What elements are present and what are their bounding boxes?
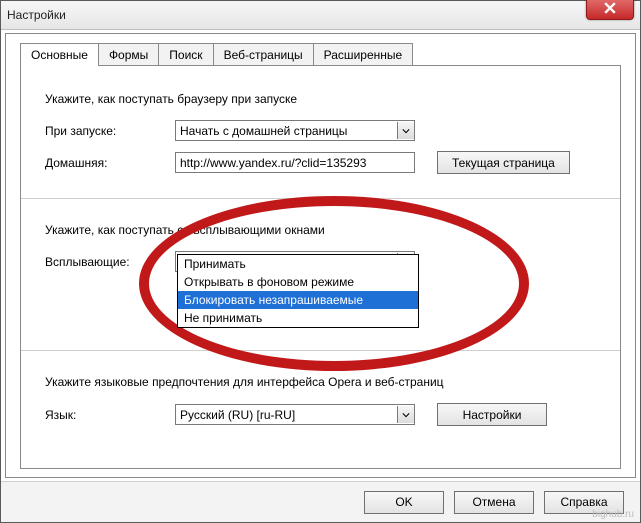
- close-icon: [604, 2, 616, 14]
- startup-heading: Укажите, как поступать браузеру при запу…: [45, 92, 596, 106]
- lang-heading: Укажите языковые предпочтения для интерф…: [45, 375, 596, 389]
- popups-option-block[interactable]: Блокировать незапрашиваемые: [178, 291, 418, 309]
- cancel-button[interactable]: Отмена: [454, 491, 534, 514]
- divider: [21, 350, 620, 351]
- popups-option-accept[interactable]: Принимать: [178, 255, 418, 273]
- homepage-label: Домашняя:: [45, 156, 175, 170]
- dialog-footer: OK Отмена Справка: [1, 481, 640, 522]
- current-page-button[interactable]: Текущая страница: [437, 151, 570, 174]
- startup-row: При запуске: Начать с домашней страницы: [45, 120, 596, 141]
- popups-heading: Укажите, как поступать со всплывающими о…: [45, 223, 596, 237]
- close-button[interactable]: [586, 0, 634, 20]
- lang-select[interactable]: Русский (RU) [ru-RU]: [175, 404, 415, 425]
- lang-row: Язык: Русский (RU) [ru-RU] Настройки: [45, 403, 596, 426]
- tab-bar: Основные Формы Поиск Веб-страницы Расшир…: [20, 42, 635, 65]
- lang-select-value: Русский (RU) [ru-RU]: [180, 408, 295, 422]
- popups-dropdown[interactable]: Принимать Открывать в фоновом режиме Бло…: [177, 254, 419, 328]
- tab-search[interactable]: Поиск: [158, 43, 213, 66]
- window-title: Настройки: [7, 8, 66, 22]
- tab-webpages[interactable]: Веб-страницы: [213, 43, 314, 66]
- tab-main[interactable]: Основные: [20, 43, 99, 66]
- homepage-row: Домашняя: Текущая страница: [45, 151, 596, 174]
- startup-label: При запуске:: [45, 124, 175, 138]
- homepage-input[interactable]: [175, 152, 415, 173]
- tab-advanced[interactable]: Расширенные: [313, 43, 414, 66]
- lang-label: Язык:: [45, 408, 175, 422]
- popups-option-reject[interactable]: Не принимать: [178, 309, 418, 327]
- lang-settings-button[interactable]: Настройки: [437, 403, 547, 426]
- client-area: Основные Формы Поиск Веб-страницы Расшир…: [5, 33, 636, 478]
- tab-forms[interactable]: Формы: [98, 43, 159, 66]
- chevron-down-icon: [397, 122, 414, 139]
- settings-window: Настройки Основные Формы Поиск Веб-стран…: [0, 0, 641, 523]
- startup-select-value: Начать с домашней страницы: [180, 124, 347, 138]
- startup-select[interactable]: Начать с домашней страницы: [175, 120, 415, 141]
- watermark: bighub.ru: [592, 509, 634, 520]
- chevron-down-icon: [397, 406, 414, 423]
- popups-option-background[interactable]: Открывать в фоновом режиме: [178, 273, 418, 291]
- tab-panel-main: Укажите, как поступать браузеру при запу…: [20, 65, 621, 469]
- popups-label: Всплывающие:: [45, 255, 175, 269]
- divider: [21, 198, 620, 199]
- titlebar: Настройки: [1, 1, 640, 30]
- ok-button[interactable]: OK: [364, 491, 444, 514]
